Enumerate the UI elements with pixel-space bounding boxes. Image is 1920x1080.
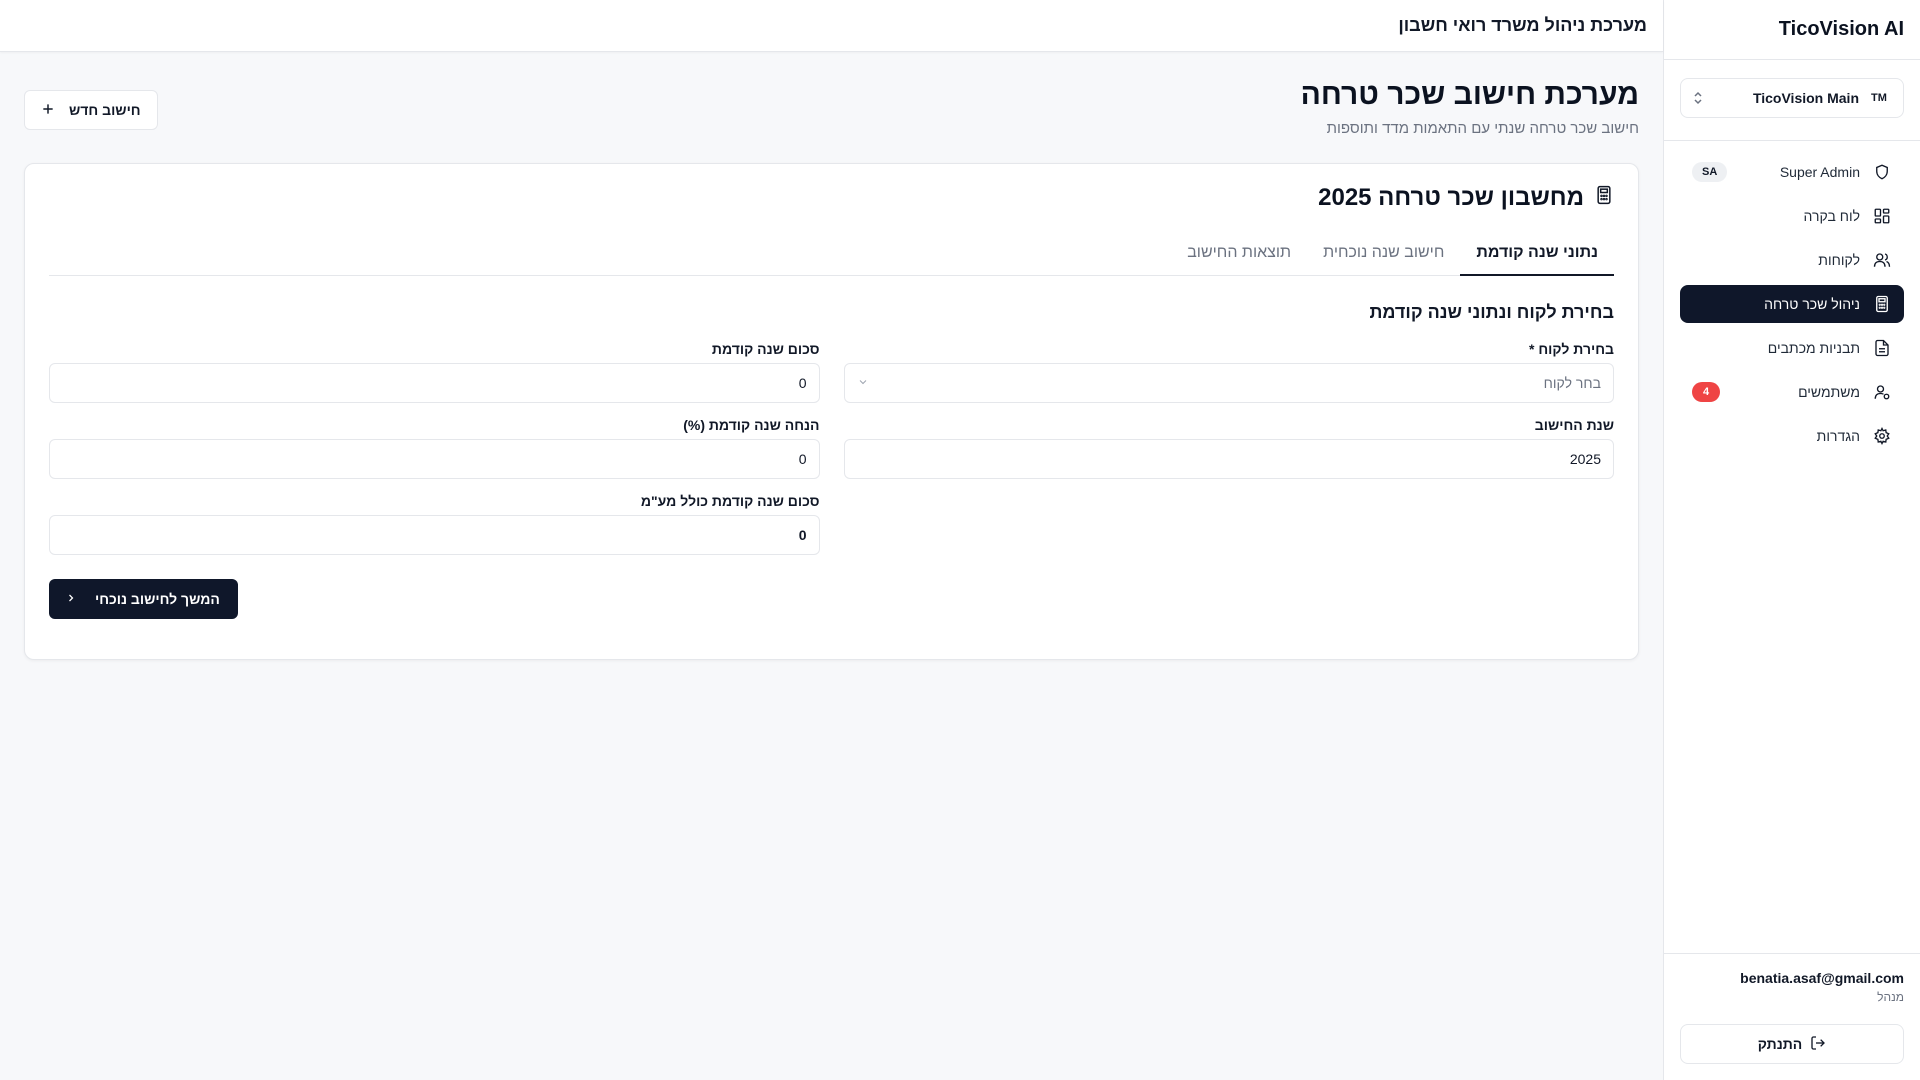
role-badge: SA <box>1692 162 1728 182</box>
sidebar-item-clients[interactable]: לקוחות <box>1680 241 1904 279</box>
calculator-icon <box>1872 294 1892 314</box>
prev-amount-input[interactable]: 0 <box>49 363 820 403</box>
plus-icon <box>41 102 55 119</box>
calculator-tabs: נתוני שנה קודמת חישוב שנה נוכחית תוצאות … <box>49 234 1614 276</box>
calc-year-field: שנת החישוב 2025 <box>843 417 1614 479</box>
prev-amount-vat-field: סכום שנה קודמת כולל מע"מ 0 <box>49 493 820 555</box>
calculator-icon <box>1594 184 1614 212</box>
calc-year-label: שנת החישוב <box>1534 417 1614 433</box>
tab-previous-year[interactable]: נתוני שנה קודמת <box>1460 234 1614 276</box>
continue-button[interactable]: המשך לחישוב נוכחי <box>49 579 238 619</box>
sidebar-item-fee-management[interactable]: ניהול שכר טרחה <box>1680 285 1904 323</box>
prev-discount-label: הנחה שנה קודמת (%) <box>683 417 820 433</box>
fee-calculator-card: מחשבון שכר טרחה 2025 נתוני שנה קודמת חיש… <box>24 163 1639 660</box>
tab-current-year[interactable]: חישוב שנה נוכחית <box>1307 234 1460 275</box>
client-label: בחירת לקוח * <box>1529 341 1614 357</box>
sidebar-item-dashboard[interactable]: לוח בקרה <box>1680 197 1904 235</box>
sidebar-item-label: Super Admin <box>1779 164 1860 180</box>
sidebar-item-label: לקוחות <box>1818 252 1860 268</box>
section-title: בחירת לקוח ונתוני שנה קודמת <box>1369 302 1614 322</box>
gear-icon <box>1872 426 1892 446</box>
tab-results[interactable]: תוצאות החישוב <box>1171 234 1307 275</box>
sidebar-item-label: לוח בקרה <box>1803 208 1860 224</box>
users-icon <box>1872 250 1892 270</box>
prev-amount-field: סכום שנה קודמת 0 <box>49 341 820 403</box>
workspace-name: TicoVision Main <box>1752 90 1859 106</box>
chevron-updown-icon <box>1693 91 1703 105</box>
sidebar-item-users[interactable]: משתמשים 4 <box>1680 373 1904 411</box>
sidebar-item-letter-templates[interactable]: תבניות מכתבים <box>1680 329 1904 367</box>
card-title: מחשבון שכר טרחה 2025 <box>1318 184 1584 211</box>
top-header: מערכת ניהול משרד רואי חשבון <box>0 0 1663 52</box>
chevron-down-icon <box>857 375 869 391</box>
sidebar-item-label: משתמשים <box>1798 384 1860 400</box>
logout-icon <box>1810 1035 1826 1054</box>
new-calculation-label: חישוב חדש <box>69 102 141 118</box>
prev-amount-label: סכום שנה קודמת <box>711 341 820 357</box>
sidebar-item-label: ניהול שכר טרחה <box>1764 296 1860 312</box>
workspace-switcher[interactable]: TM TicoVision Main <box>1680 78 1904 118</box>
workspace-avatar: TM <box>1871 92 1887 104</box>
calc-year-input[interactable]: 2025 <box>843 439 1614 479</box>
logout-button[interactable]: התנתק <box>1680 1024 1904 1064</box>
page-heading-group: מערכת חישוב שכר טרחה חישוב שכר טרחה שנתי… <box>1301 78 1639 137</box>
client-select[interactable]: בחר לקוח <box>843 363 1614 403</box>
prev-discount-field: הנחה שנה קודמת (%) 0 <box>49 417 820 479</box>
new-calculation-button[interactable]: חישוב חדש <box>24 90 158 130</box>
dashboard-icon <box>1872 206 1892 226</box>
document-icon <box>1872 338 1892 358</box>
prev-amount-vat-input[interactable]: 0 <box>49 515 820 555</box>
shield-icon <box>1872 162 1892 182</box>
user-email: benatia.asaf@gmail.com <box>1740 970 1904 986</box>
client-select-value: בחר לקוח <box>1543 375 1601 391</box>
notification-badge: 4 <box>1692 382 1720 402</box>
sidebar: TicoVision AI TM TicoVision Main Super A… <box>1663 0 1920 1080</box>
app-title: מערכת ניהול משרד רואי חשבון <box>1398 15 1647 35</box>
prev-amount-vat-label: סכום שנה קודמת כולל מע"מ <box>640 493 820 509</box>
user-role: מנהל <box>1877 990 1904 1004</box>
user-cog-icon <box>1872 382 1892 402</box>
sidebar-item-super-admin[interactable]: Super Admin SA <box>1680 153 1904 191</box>
page-title: מערכת חישוב שכר טרחה <box>1300 78 1639 111</box>
sidebar-item-settings[interactable]: הגדרות <box>1680 417 1904 455</box>
user-panel: benatia.asaf@gmail.com מנהל התנתק <box>1664 953 1920 1080</box>
sidebar-nav: Super Admin SA לוח בקרה לקוחות ניהול שכר… <box>1664 141 1920 467</box>
cta-row: המשך לחישוב נוכחי <box>49 555 1614 619</box>
page-subtitle: חישוב שכר טרחה שנתי עם התאמות מדד ותוספו… <box>1326 120 1639 137</box>
card-title-row: מחשבון שכר טרחה 2025 <box>49 184 1614 212</box>
brand-logo: TicoVision AI <box>1664 0 1920 60</box>
page-header: מערכת חישוב שכר טרחה חישוב שכר טרחה שנתי… <box>24 78 1639 137</box>
sidebar-item-label: הגדרות <box>1816 428 1860 444</box>
prev-discount-input[interactable]: 0 <box>49 439 820 479</box>
sidebar-item-label: תבניות מכתבים <box>1767 340 1860 356</box>
continue-label: המשך לחישוב נוכחי <box>95 591 220 607</box>
client-field: בחירת לקוח * בחר לקוח <box>843 341 1614 403</box>
main-content: מערכת חישוב שכר טרחה חישוב שכר טרחה שנתי… <box>0 52 1663 1080</box>
empty-cell <box>844 493 1615 555</box>
chevron-left-icon <box>65 591 77 607</box>
form-grid: בחירת לקוח * בחר לקוח סכום שנה קודמת 0 ש… <box>49 341 1614 555</box>
logout-label: התנתק <box>1757 1036 1803 1052</box>
